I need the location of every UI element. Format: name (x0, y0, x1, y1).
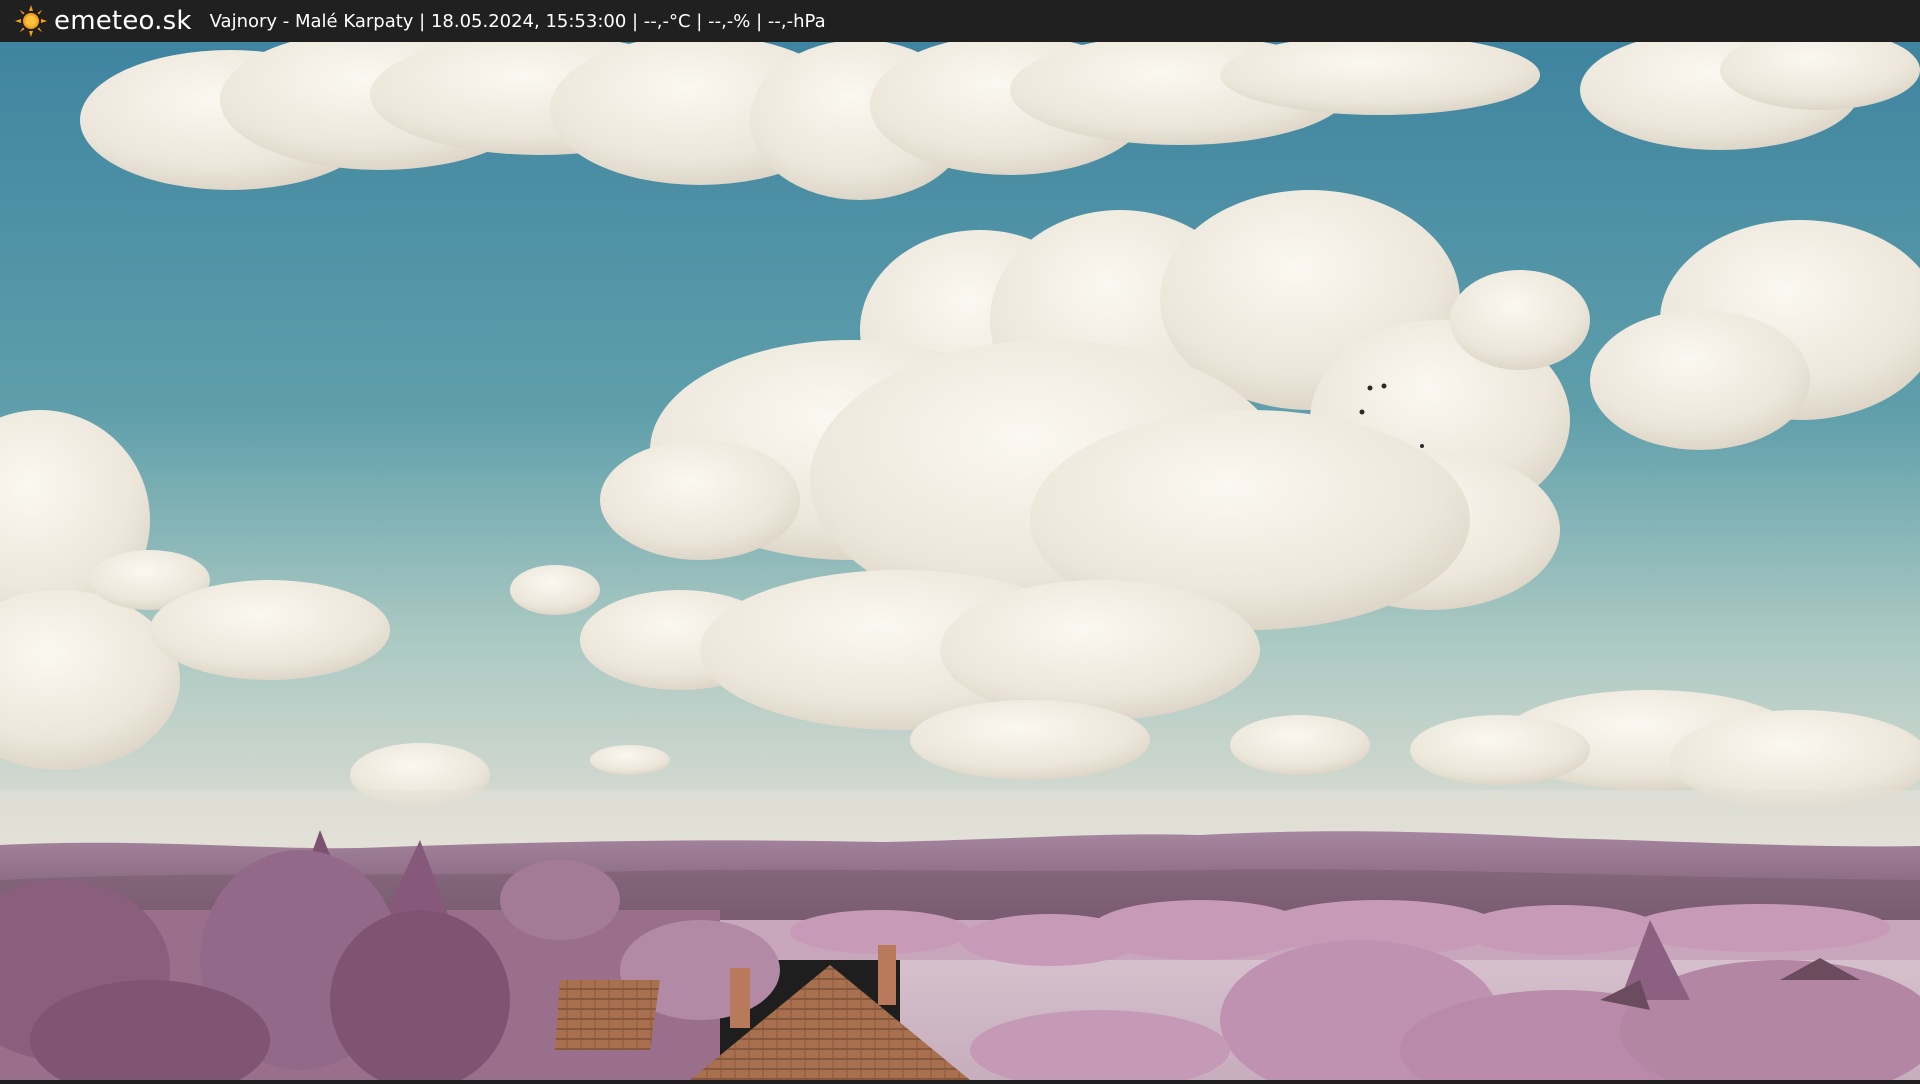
webcam-view (0, 0, 1920, 1084)
webcam-image (0, 30, 1920, 1084)
webcam-caption: Vajnory - Malé Karpaty | 18.05.2024, 15:… (209, 10, 826, 32)
brand-name: emeteo.sk (54, 6, 192, 36)
sun-icon (15, 5, 47, 37)
brand[interactable]: emeteo.sk (14, 4, 192, 38)
caption-bar: emeteo.sk Vajnory - Malé Karpaty | 18.05… (0, 0, 1920, 42)
